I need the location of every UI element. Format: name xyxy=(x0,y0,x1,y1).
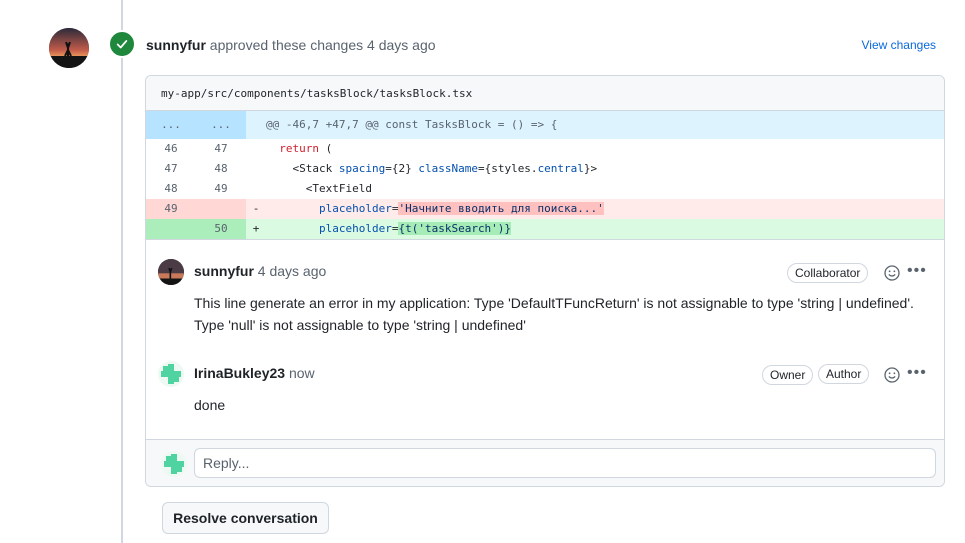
comment-body: This line generate an error in my applic… xyxy=(194,292,934,336)
code-token: 'Начните вводить для поиска...' xyxy=(398,202,604,215)
code-token: }> xyxy=(583,162,598,175)
diff-line: 47 48 <Stack spacing={2} className={style… xyxy=(146,159,944,179)
line-number-old[interactable] xyxy=(146,219,196,239)
diff-sign: + xyxy=(252,222,260,235)
code-text: placeholder='Начните вводить для поиска.… xyxy=(266,199,944,219)
diff-line: 50 + placeholder={t('taskSearch')} xyxy=(146,219,944,239)
diff-sign xyxy=(246,139,266,159)
line-number-old[interactable]: 48 xyxy=(146,179,196,199)
avatar-image xyxy=(49,28,89,68)
comment-body: done xyxy=(194,394,934,416)
line-number-old[interactable]: 49 xyxy=(146,199,196,219)
timeline-line xyxy=(121,0,123,543)
resolve-conversation-button[interactable]: Resolve conversation xyxy=(162,502,329,534)
comment-text-line: Type 'null' is not assignable to type 's… xyxy=(194,317,526,333)
comment-text-line: done xyxy=(194,397,226,413)
avatar[interactable] xyxy=(158,259,184,285)
hunk-expand-right[interactable]: ... xyxy=(196,111,246,139)
review-thread: my-app/src/components/tasksBlock/tasksBl… xyxy=(145,75,945,487)
comment-irinabukley23: IrinaBukley23 now Owner Author ••• done xyxy=(146,355,944,435)
review-time[interactable]: 4 days ago xyxy=(367,37,436,53)
check-circle-icon xyxy=(108,30,136,58)
code-token: spacing xyxy=(338,162,386,175)
code-token: placeholder xyxy=(318,222,392,235)
line-number-new[interactable]: 50 xyxy=(196,219,246,239)
diff-view: ... ... @@ -46,7 +47,7 @@ const TasksBlo… xyxy=(146,111,944,239)
avatar xyxy=(161,451,187,477)
hunk-expand-left[interactable]: ... xyxy=(146,111,196,139)
code-token: return xyxy=(279,142,319,155)
avatar[interactable] xyxy=(49,28,89,68)
code-text: <TextField xyxy=(266,179,944,199)
code-text: return ( xyxy=(266,139,944,159)
line-number-new[interactable] xyxy=(196,199,246,219)
code-token: central xyxy=(537,162,584,175)
diff-line: 46 47 return ( xyxy=(146,139,944,159)
comment-header: IrinaBukley23 now xyxy=(194,365,315,381)
owner-badge: Owner xyxy=(762,365,814,385)
line-number-old[interactable]: 46 xyxy=(146,139,196,159)
collaborator-badge: Collaborator xyxy=(787,263,869,283)
hunk-text: @@ -46,7 +47,7 @@ const TasksBlock = () … xyxy=(266,118,558,131)
code-token: ( xyxy=(319,142,333,155)
diff-sign: - xyxy=(252,202,260,215)
smiley-icon[interactable] xyxy=(884,265,900,281)
code-token: <TextField xyxy=(305,182,372,195)
smiley-icon[interactable] xyxy=(884,367,900,383)
review-author[interactable]: sunnyfur xyxy=(146,37,206,53)
code-token: {t('taskSearch')} xyxy=(398,222,512,235)
comment-text-line: This line generate an error in my applic… xyxy=(194,295,914,311)
diff-line: 48 49 <TextField xyxy=(146,179,944,199)
kebab-horizontal-icon[interactable]: ••• xyxy=(907,365,927,381)
reply-area xyxy=(146,439,944,486)
line-number-new[interactable]: 49 xyxy=(196,179,246,199)
hunk-header: ... ... @@ -46,7 +47,7 @@ const TasksBlo… xyxy=(146,111,944,139)
code-text: placeholder={t('taskSearch')} xyxy=(266,219,944,239)
review-header: sunnyfur approved these changes 4 days a… xyxy=(146,37,436,53)
diff-sign xyxy=(246,159,266,179)
comment-time[interactable]: 4 days ago xyxy=(258,263,327,279)
reply-input[interactable] xyxy=(194,448,936,478)
file-path[interactable]: my-app/src/components/tasksBlock/tasksBl… xyxy=(146,76,944,111)
comment-time[interactable]: now xyxy=(289,365,315,381)
code-text: <Stack spacing={2} className={styles.cen… xyxy=(266,159,944,179)
code-token: ={styles. xyxy=(477,162,538,175)
line-number-old[interactable]: 47 xyxy=(146,159,196,179)
code-token: placeholder xyxy=(318,202,392,215)
line-number-new[interactable]: 47 xyxy=(196,139,246,159)
author-badge: Author xyxy=(818,364,870,384)
comment-author[interactable]: IrinaBukley23 xyxy=(194,365,285,381)
comment-sunnyfur: sunnyfur 4 days ago Collaborator ••• Thi… xyxy=(146,253,944,348)
code-token: ={2} xyxy=(385,162,419,175)
view-changes-link[interactable]: View changes xyxy=(862,38,937,52)
comment-list: sunnyfur 4 days ago Collaborator ••• Thi… xyxy=(146,239,944,413)
diff-sign xyxy=(246,179,266,199)
kebab-horizontal-icon[interactable]: ••• xyxy=(907,263,927,279)
avatar[interactable] xyxy=(158,361,184,387)
review-action: approved these changes xyxy=(209,37,364,53)
comment-author[interactable]: sunnyfur xyxy=(194,263,254,279)
diff-sign xyxy=(246,111,266,139)
code-token: <Stack xyxy=(292,162,339,175)
line-number-new[interactable]: 48 xyxy=(196,159,246,179)
diff-line: 49 - placeholder='Начните вводить для пои… xyxy=(146,199,944,219)
code-token: className xyxy=(418,162,478,175)
comment-header: sunnyfur 4 days ago xyxy=(194,263,326,279)
